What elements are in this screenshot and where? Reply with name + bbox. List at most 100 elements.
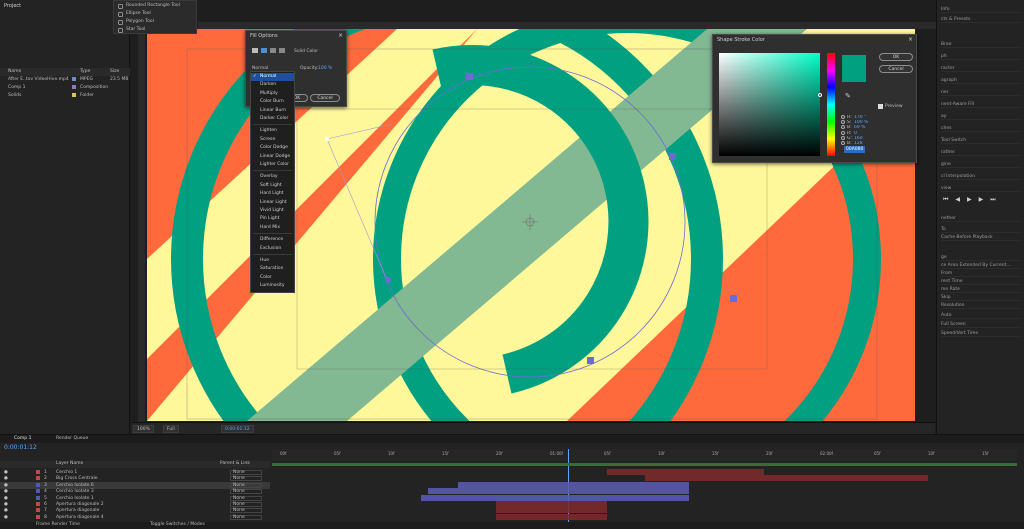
blend-mode-item[interactable]: Vivid Light <box>251 207 294 215</box>
radio-icon[interactable] <box>841 120 845 125</box>
shape-tool-item[interactable]: Rounded Rectangle Tool <box>118 2 180 10</box>
label-color-swatch[interactable] <box>72 85 76 89</box>
no-fill-icon[interactable] <box>252 48 258 53</box>
layer-label-color[interactable] <box>36 482 40 487</box>
panel-item[interactable]: cl Interpolation <box>941 173 1022 180</box>
checkbox-icon[interactable] <box>878 104 883 109</box>
viewer-timecode[interactable]: 0:00:01:12 <box>221 425 254 433</box>
linear-gradient-icon[interactable] <box>270 48 276 53</box>
prev-frame-icon[interactable]: ◀ <box>955 196 960 204</box>
panel-item[interactable]: racter <box>941 65 1022 72</box>
blend-mode-item[interactable]: Color Burn <box>251 98 294 106</box>
time-ruler[interactable]: 00f 05f 10f 15f 20f 01:00f 05f 10f 15f 20f 02:00f 0… <box>272 449 1017 461</box>
panel-item[interactable]: ay <box>941 113 1022 120</box>
blend-mode-item[interactable]: Color <box>251 274 294 282</box>
layer-label-color[interactable] <box>36 470 40 474</box>
blend-mode-item[interactable]: Lighter Color <box>251 161 294 169</box>
panel-item[interactable]: ches <box>941 125 1022 132</box>
hex-input[interactable]: 00A080 <box>844 146 866 153</box>
blend-mode-item[interactable]: Linear Dodge <box>251 153 294 161</box>
panel-item[interactable]: gine <box>941 161 1022 168</box>
panel-item[interactable]: rent Time <box>941 278 1022 285</box>
layer-duration-bar[interactable] <box>421 494 690 501</box>
project-item[interactable]: Comp 1 Composition <box>0 84 130 92</box>
layer-row[interactable]: 8 ● Apertura diagonale 4 None <box>0 514 270 521</box>
close-icon[interactable]: × <box>338 32 343 39</box>
eyedropper-icon[interactable]: ✎ <box>845 92 851 100</box>
col-size[interactable]: Size <box>110 69 119 74</box>
panel-item[interactable]: view <box>941 185 1022 192</box>
panel-item[interactable]: nether <box>941 215 1022 222</box>
current-timecode[interactable]: 0:00:01:12 <box>4 444 37 451</box>
parent-select[interactable]: None <box>230 482 262 488</box>
layer-duration-bar[interactable] <box>458 481 690 488</box>
parent-select[interactable]: None <box>230 489 262 495</box>
color-field-picker[interactable] <box>818 93 822 97</box>
shape-tool-item[interactable]: Star Tool <box>118 26 145 34</box>
blend-mode-item[interactable]: ✓ Normal <box>251 73 294 81</box>
layer-label-color[interactable] <box>36 489 40 494</box>
opacity-value[interactable]: 100 % <box>318 66 332 71</box>
radio-icon[interactable] <box>841 141 845 145</box>
col-layer-name[interactable]: Layer Name <box>56 461 83 466</box>
radio-icon[interactable] <box>841 125 845 130</box>
layer-duration-bar[interactable] <box>495 513 608 520</box>
vertex-handle-selected[interactable] <box>385 277 391 283</box>
blend-mode-item[interactable]: Pin Light <box>251 215 294 223</box>
parent-select[interactable]: None <box>230 476 262 482</box>
radio-icon[interactable] <box>841 135 845 140</box>
panel-item[interactable]: Info <box>941 6 1022 13</box>
zoom-select[interactable]: 100% <box>133 425 154 433</box>
panel-item[interactable]: Resolution <box>941 302 1022 309</box>
parent-select[interactable]: None <box>230 502 262 507</box>
layer-label-color[interactable] <box>36 495 40 500</box>
color-field[interactable] <box>719 53 822 156</box>
layer-duration-bar[interactable] <box>428 488 690 495</box>
parent-select[interactable]: None <box>230 514 262 520</box>
panel-item[interactable]: ner <box>941 89 1022 96</box>
layer-duration-bar[interactable] <box>644 475 928 482</box>
label-color-swatch[interactable] <box>72 77 76 81</box>
parent-select[interactable]: None <box>230 470 262 475</box>
blend-mode-item[interactable]: Darker Color <box>251 115 294 123</box>
play-icon[interactable]: ▶ <box>967 196 972 204</box>
blend-mode-item[interactable]: Lighten <box>251 127 294 135</box>
next-frame-icon[interactable]: ▶ <box>979 196 984 204</box>
blend-mode-item[interactable]: Luminosity <box>251 282 294 290</box>
panel-item[interactable]: ge <box>941 254 1022 261</box>
blend-mode-item[interactable]: Difference <box>251 236 294 244</box>
project-item[interactable]: Solids Folder <box>0 92 130 100</box>
blend-mode-item[interactable]: Overlay <box>251 173 294 181</box>
resolution-select[interactable]: Full <box>163 425 179 433</box>
stroke-cancel-button[interactable]: Cancel <box>879 65 913 73</box>
toggle-switches-modes[interactable]: Toggle Switches / Modes <box>150 522 205 527</box>
radio-icon[interactable] <box>841 115 845 119</box>
label-color-swatch[interactable] <box>72 93 76 97</box>
layer-label-color[interactable] <box>36 508 40 513</box>
blend-mode-item[interactable]: Darken <box>251 81 294 89</box>
blend-mode-item[interactable]: Multiply <box>251 90 294 98</box>
panel-item[interactable]: Cache Before Playback <box>941 234 1022 241</box>
fill-cancel-button[interactable]: Cancel <box>310 94 340 102</box>
panel-item[interactable]: me Rate <box>941 286 1022 293</box>
layer-label-color[interactable] <box>36 476 40 481</box>
close-icon[interactable]: × <box>908 36 913 43</box>
hue-slider[interactable] <box>827 53 835 156</box>
layer-duration-bar[interactable] <box>607 469 764 475</box>
vertex-handle[interactable] <box>587 357 594 364</box>
panel-item[interactable]: Brae <box>941 41 1022 48</box>
blend-mode-item[interactable]: Linear Light <box>251 199 294 207</box>
vertex-handle[interactable] <box>466 73 473 80</box>
solid-fill-icon[interactable] <box>261 48 267 53</box>
col-name[interactable]: Name <box>8 69 21 74</box>
blend-mode-item[interactable]: Hard Light <box>251 190 294 198</box>
parent-select[interactable]: None <box>230 495 262 501</box>
panel-item[interactable]: To <box>941 226 1022 233</box>
layer-name[interactable]: Apertura diagonale 4 <box>56 514 104 521</box>
layer-label-color[interactable] <box>36 502 40 506</box>
shape-tool-item[interactable]: Ellipse Tool <box>118 10 151 18</box>
tab-comp-1[interactable]: Comp 1 <box>14 436 31 441</box>
col-parent[interactable]: Parent & Link <box>220 461 250 466</box>
panel-item[interactable]: From <box>941 270 1022 277</box>
panel-item[interactable]: agraph <box>941 77 1022 84</box>
